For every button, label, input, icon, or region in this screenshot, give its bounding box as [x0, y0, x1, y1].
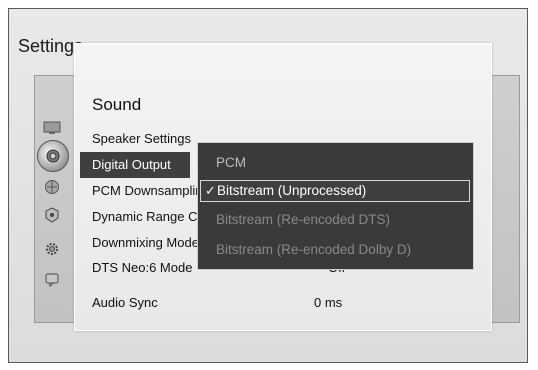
menu-item-downmixing-mode[interactable]: Downmixing Mode [92, 231, 199, 255]
menu-item-audio-sync[interactable]: Audio Sync [92, 291, 158, 315]
option-bitstream-reencoded-dolby[interactable]: Bitstream (Re-encoded Dolby D) [216, 239, 411, 261]
audio-sync-value: 0 ms [314, 295, 343, 310]
sound-icon[interactable] [37, 140, 69, 172]
network-icon[interactable] [42, 177, 62, 197]
menu-item-pcm-downsampling[interactable]: PCM Downsampling [92, 179, 210, 203]
digital-output-dropdown: PCM ✓ Bitstream (Unprocessed) Bitstream … [197, 142, 474, 270]
settings-gear-icon[interactable] [42, 239, 62, 259]
menu-item-dts-neo6-mode[interactable]: DTS Neo:6 Mode [92, 256, 192, 280]
menu-item-digital-output[interactable]: Digital Output [92, 153, 171, 177]
system-icon[interactable] [42, 205, 62, 225]
option-pcm[interactable]: PCM [216, 152, 246, 174]
option-bitstream-unprocessed-label: Bitstream (Unprocessed) [217, 183, 367, 198]
support-icon[interactable] [42, 270, 62, 290]
menu-item-speaker-settings[interactable]: Speaker Settings [92, 127, 191, 151]
section-title: Sound [92, 95, 142, 114]
checkmark-icon: ✓ [205, 183, 216, 198]
option-bitstream-unprocessed[interactable]: ✓ Bitstream (Unprocessed) [200, 180, 470, 202]
display-icon[interactable] [42, 118, 62, 138]
option-bitstream-reencoded-dts[interactable]: Bitstream (Re-encoded DTS) [216, 209, 390, 231]
